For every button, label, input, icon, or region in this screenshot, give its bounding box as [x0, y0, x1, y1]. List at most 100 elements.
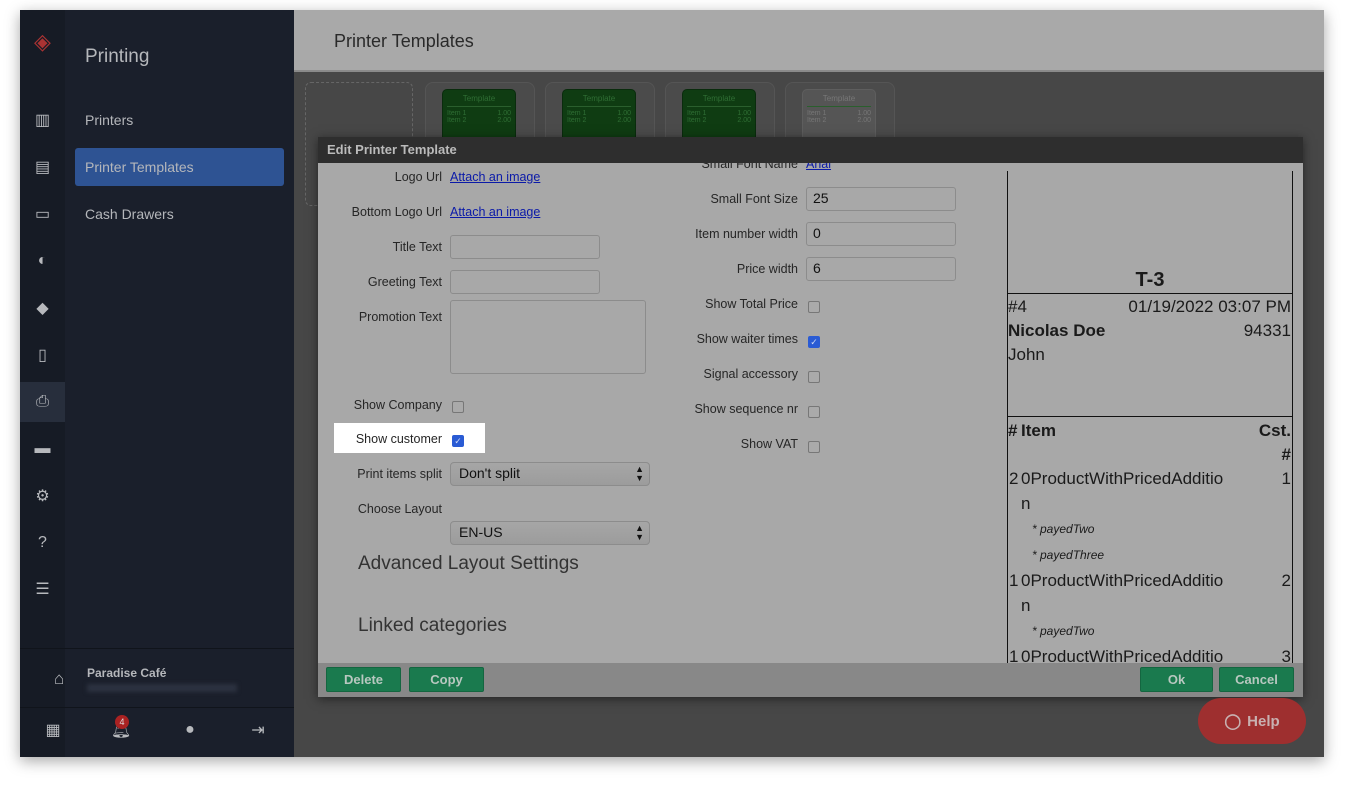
edit-printer-template-dialog: Edit Printer Template Logo Url Attach an… — [318, 137, 1303, 697]
receipt-order: #4 — [1008, 297, 1027, 316]
receipt-line-qty: 1 — [1009, 647, 1019, 663]
logo-icon[interactable]: ◈ — [20, 22, 65, 62]
icon-rail: ◈ ▥ ▤ ▭ ◐ ◆ ▯ ⎙ ▬ ⚙ ? ☰ — [20, 10, 65, 757]
dialog-footer: Delete Copy Ok Cancel — [318, 663, 1303, 697]
devices-icon[interactable]: ▯ — [20, 335, 65, 375]
store-switcher[interactable]: ⌂ Paradise Café — [20, 648, 294, 708]
app-window: ◈ ▥ ▤ ▭ ◐ ◆ ▯ ⎙ ▬ ⚙ ? ☰ Printing Printer… — [20, 10, 1324, 757]
help-icon[interactable]: ? — [20, 523, 65, 563]
template-line-price: 2.00 — [857, 117, 871, 124]
reports-icon[interactable]: ▥ — [20, 100, 65, 140]
template-line: Item 2 2.00 — [807, 117, 871, 124]
receipt-line-qty: 2 — [1009, 469, 1019, 488]
receipt-line-name: 0ProductWithPricedAdditio — [1021, 571, 1224, 590]
greeting-text-label: Greeting Text — [367, 275, 442, 289]
sidebar-item-printers[interactable]: Printers — [75, 101, 284, 139]
title-text-label: Title Text — [392, 240, 442, 254]
logout-icon[interactable]: ⇥ — [243, 710, 273, 750]
show-waiter-times-checkbox[interactable]: ✓ — [808, 336, 820, 348]
show-total-price-checkbox[interactable] — [808, 301, 820, 313]
bottom-logo-attach-link[interactable]: Attach an image — [450, 205, 540, 219]
help-button[interactable]: ◯ Help — [1198, 698, 1306, 744]
delete-button[interactable]: Delete — [326, 667, 401, 692]
chat-icon[interactable]: ▦ — [38, 710, 68, 750]
template-line-price: 2.00 — [497, 117, 511, 124]
promotion-text-label: Promotion Text — [358, 310, 442, 324]
choose-layout-select[interactable]: EN-US ▲ ▼ — [450, 521, 650, 545]
template-line-item: Item 2 — [447, 117, 467, 124]
profile-icon[interactable]: ● — [175, 710, 205, 750]
receipt-modifier: * payedTwo — [1032, 624, 1095, 638]
signal-accessory-label: Signal accessory — [703, 367, 799, 381]
loyalty-icon[interactable]: ◐ — [20, 241, 65, 281]
notifications-icon[interactable]: 🔔︎ 4 — [106, 710, 136, 750]
price-width-input[interactable]: 6 — [806, 257, 956, 281]
receipt-modifier: * payedTwo — [1032, 522, 1095, 536]
receipt-line-name: 0ProductWithPricedAdditio — [1021, 647, 1224, 663]
show-total-price-label: Show Total Price — [705, 297, 798, 311]
payments-icon[interactable]: ▬ — [20, 429, 65, 469]
cancel-button[interactable]: Cancel — [1219, 667, 1294, 692]
show-customer-checkbox[interactable]: ✓ — [452, 435, 464, 447]
show-company-checkbox[interactable] — [452, 401, 464, 413]
sidebar-item-cash-drawers[interactable]: Cash Drawers — [75, 195, 284, 233]
template-line: Item 2 2.00 — [447, 117, 511, 124]
item-number-width-label: Item number width — [695, 227, 798, 241]
choose-layout-label: Choose Layout — [357, 502, 442, 516]
settings-icon[interactable]: ⚙ — [20, 476, 65, 516]
receipt-line-cst: 1 — [1281, 469, 1291, 488]
sidebar-item-printer-templates[interactable]: Printer Templates — [75, 148, 284, 186]
price-width-label: Price width — [736, 262, 798, 276]
show-customer-label: Show customer — [355, 432, 442, 446]
small-font-name-link[interactable]: Arial — [806, 163, 831, 171]
template-line-price: 1.00 — [497, 110, 511, 117]
store-email-blurred — [87, 684, 237, 692]
receipt-line-name-wrap: n — [1021, 494, 1031, 513]
template-line: Item 1 1.00 — [447, 110, 511, 117]
show-sequence-nr-label: Show sequence nr — [694, 402, 798, 416]
template-line: Item 1 1.00 — [567, 110, 631, 117]
signal-accessory-checkbox[interactable] — [808, 371, 820, 383]
template-line-item: Item 1 — [687, 110, 707, 117]
title-text-input[interactable] — [450, 235, 600, 259]
greeting-text-input[interactable] — [450, 270, 600, 294]
copy-button[interactable]: Copy — [409, 667, 484, 692]
template-line-price: 2.00 — [737, 117, 751, 124]
receipt-datetime: 01/19/2022 03:07 PM — [1128, 297, 1291, 316]
printer-icon[interactable]: ⎙ — [20, 382, 65, 422]
ok-button[interactable]: Ok — [1140, 667, 1213, 692]
show-sequence-nr-checkbox[interactable] — [808, 406, 820, 418]
integrations-icon[interactable]: ☰ — [20, 569, 65, 609]
template-title: Template — [807, 94, 871, 107]
template-line-item: Item 2 — [807, 117, 827, 124]
template-line: Item 1 1.00 — [807, 110, 871, 117]
logo-attach-link[interactable]: Attach an image — [450, 170, 540, 184]
promotion-text-textarea[interactable] — [450, 300, 646, 374]
template-line-price: 1.00 — [857, 110, 871, 117]
template-line-item: Item 1 — [447, 110, 467, 117]
layers-icon[interactable]: ◆ — [20, 288, 65, 328]
receipt-col-cst-hash: # — [1281, 445, 1291, 464]
divider — [1008, 416, 1292, 417]
show-waiter-times-label: Show waiter times — [696, 332, 798, 346]
receipt-line-name: 0ProductWithPricedAdditio — [1021, 469, 1224, 488]
receipt-col-item: Item — [1021, 421, 1056, 440]
select-arrows-icon: ▲ ▼ — [635, 523, 644, 542]
notification-badge: 4 — [115, 715, 129, 729]
clipboard-icon[interactable]: ▤ — [20, 147, 65, 187]
template-line: Item 2 2.00 — [567, 117, 631, 124]
show-vat-checkbox[interactable] — [808, 441, 820, 453]
select-value: EN-US — [459, 524, 503, 540]
template-line-price: 1.00 — [737, 110, 751, 117]
item-number-width-input[interactable]: 0 — [806, 222, 956, 246]
template-title: Template — [567, 94, 631, 107]
id-card-icon[interactable]: ▭ — [20, 194, 65, 234]
small-font-size-input[interactable]: 25 — [806, 187, 956, 211]
dialog-title: Edit Printer Template — [318, 137, 1303, 163]
advanced-layout-settings-heading[interactable]: Advanced Layout Settings — [358, 553, 579, 575]
linked-categories-heading[interactable]: Linked categories — [358, 615, 507, 637]
print-items-split-select[interactable]: Don't split ▲ ▼ — [450, 462, 650, 486]
template-line-price: 1.00 — [617, 110, 631, 117]
receipt-customer: Nicolas Doe — [1008, 321, 1106, 340]
template-line-item: Item 2 — [567, 117, 587, 124]
